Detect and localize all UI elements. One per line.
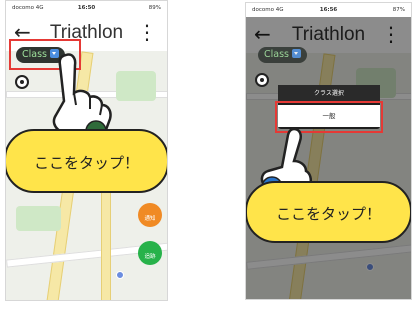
map-park <box>116 71 156 101</box>
battery-text: 87% <box>392 7 405 13</box>
notify-label: 通知 <box>144 216 156 222</box>
battery-text: 89% <box>148 5 161 11</box>
class-button: Class <box>258 47 307 63</box>
status-bar: docomo 4G 16:56 87% <box>246 3 411 17</box>
more-vertical-icon[interactable]: ⋮ <box>137 21 157 43</box>
time-text: 16:50 <box>77 5 96 11</box>
map-pin <box>116 271 124 279</box>
locate-icon[interactable] <box>15 75 29 89</box>
time-text: 16:56 <box>319 7 338 13</box>
map-park <box>16 206 61 231</box>
track-label: 追跡 <box>144 254 156 260</box>
status-bar: docomo 4G 16:50 89% <box>6 1 167 15</box>
tap-here-callout: ここをタップ！ <box>246 181 411 243</box>
callout-text: ここをタップ！ <box>275 205 381 223</box>
right-phone-screen: docomo 4G 16:56 87% ← Triathlon ⋮ Class … <box>245 2 412 300</box>
callout-text: ここをタップ！ <box>33 154 139 172</box>
tap-here-callout: ここをタップ！ <box>6 129 167 193</box>
chevron-down-icon <box>292 49 301 58</box>
carrier-text: docomo 4G <box>12 5 44 11</box>
class-button-label: Class <box>264 49 289 60</box>
left-phone-screen: docomo 4G 16:50 89% ← Triathlon ⋮ Class … <box>5 0 168 301</box>
locate-icon <box>255 73 269 87</box>
notify-button[interactable]: 通知 <box>138 203 162 227</box>
carrier-text: docomo 4G <box>252 7 284 13</box>
track-button[interactable]: 追跡 <box>138 241 162 265</box>
